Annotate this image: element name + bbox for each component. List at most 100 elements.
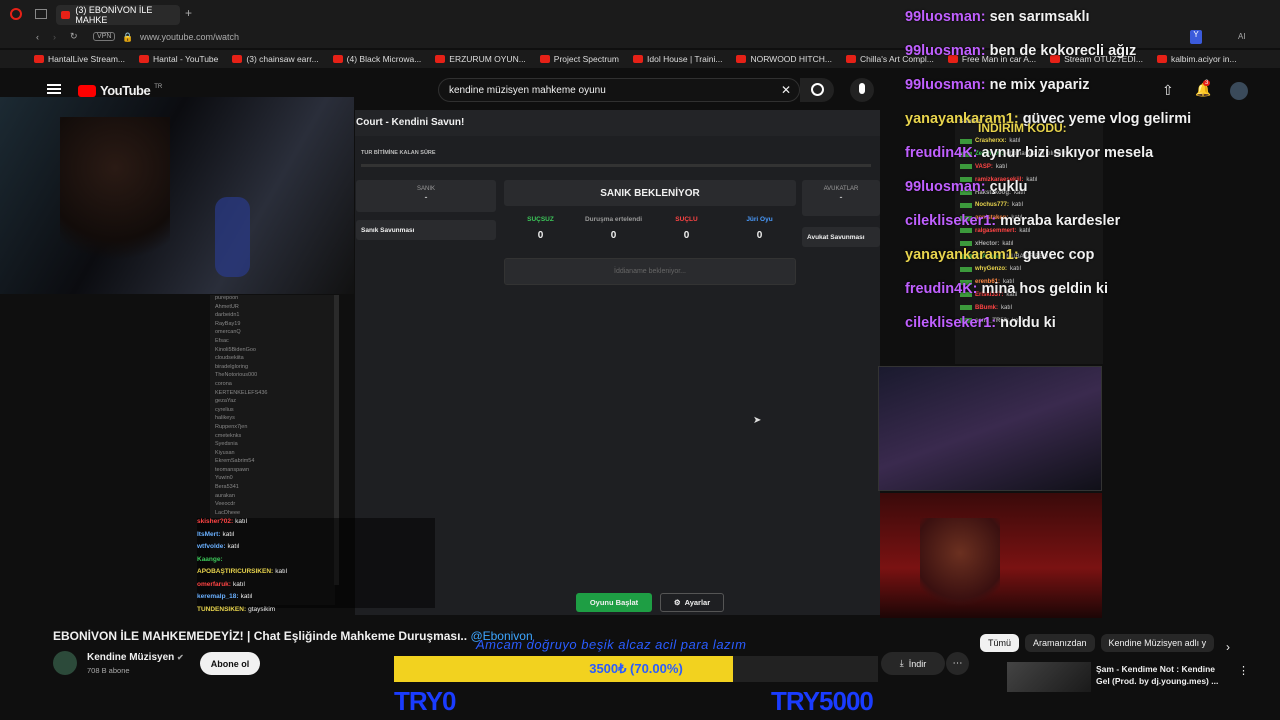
join-log-user: skisher?02: — [197, 518, 234, 525]
vote-label: SUÇSUZ — [527, 216, 554, 223]
opera-logo-icon[interactable] — [10, 8, 22, 20]
chat-username: cilekliseker1: — [905, 315, 1001, 331]
join-log-user: keremalp_18: — [197, 593, 239, 600]
youtube-play-icon — [78, 84, 96, 97]
clear-search-icon[interactable]: ✕ — [781, 83, 791, 97]
subscriber-count: 708 B abone — [87, 666, 130, 675]
tabs-icon[interactable] — [35, 9, 47, 19]
search-input[interactable]: kendine müzisyen mahkeme oyunu ✕ — [438, 78, 800, 102]
filter-chip[interactable]: Aramanızdan — [1025, 634, 1095, 652]
user-list-item: purepoon — [215, 295, 239, 301]
start-game-button[interactable]: Oyunu Başlat — [576, 593, 652, 612]
join-log-text: katıl — [232, 580, 245, 588]
second-streamer-webcam — [880, 493, 1102, 618]
search-button[interactable] — [800, 78, 834, 102]
chips-next-icon[interactable]: › — [1226, 640, 1230, 654]
back-icon[interactable]: ‹ — [36, 32, 39, 42]
video-title-text: EBONİVON İLE MAHKEMEDEYİZ! | Chat Eşliği… — [53, 629, 468, 643]
defense-button[interactable]: Sanık Savunması — [356, 220, 496, 240]
filter-chip[interactable]: Kendine Müzisyen adlı y — [1100, 634, 1215, 652]
user-list-item: halikeys — [215, 415, 235, 422]
tab-active[interactable]: (3) EBONİVON İLE MAHKE — [56, 5, 180, 25]
bookmark-item[interactable]: HantalLive Stream... — [34, 54, 125, 64]
bookmark-label: ERZURUM OYUN... — [449, 54, 526, 64]
overlay-chat-message: 99luosman: ne mix yapariz — [905, 68, 1205, 102]
overlay-chat-message: cilekliseker1: meraba kardesler — [905, 204, 1205, 238]
bookmark-item[interactable]: (3) chainsaw earr... — [232, 54, 319, 64]
overlay-chat-message: 99luosman: çuklu — [905, 170, 1205, 204]
bookmark-item[interactable]: (4) Black Microwa... — [332, 54, 421, 64]
chat-text: noldu ki — [1000, 315, 1056, 331]
vpn-badge[interactable]: VPN — [93, 32, 116, 41]
user-list-item: Kiyusan — [215, 449, 235, 456]
vote-column: Duruşma ertelendi 0 — [577, 210, 650, 254]
join-log-text: katıl — [240, 593, 253, 600]
ai-icon[interactable]: AI — [1238, 32, 1246, 41]
more-actions-icon[interactable]: ⋯ — [946, 652, 969, 675]
bookmark-favicon-icon — [539, 55, 550, 63]
user-list-item: teomanspawn — [215, 466, 250, 473]
bookmark-favicon-icon — [845, 55, 856, 63]
chat-text: mina hos geldin ki — [981, 281, 1109, 297]
join-log-user: omerfaruk: — [197, 580, 231, 588]
filter-chip[interactable]: Tümü — [980, 634, 1020, 652]
user-list-item: cmeteknks — [215, 432, 242, 439]
bookmark-item[interactable]: NORWOOD HITCH... — [736, 54, 832, 64]
chat-username: freudin4K: — [905, 145, 982, 161]
download-button[interactable]: ⤓ İndir — [881, 652, 945, 675]
user-list-item: Efsac — [215, 337, 229, 344]
url-text[interactable]: www.youtube.com/watch — [140, 32, 239, 42]
bookmark-item[interactable]: Idol House | Traini... — [633, 54, 722, 64]
channel-avatar[interactable] — [53, 651, 77, 675]
join-log-row: skisher?02: katıl — [197, 518, 435, 531]
bookmark-label: NORWOOD HITCH... — [750, 54, 832, 64]
lawyer-defense-button[interactable]: Avukat Savunması — [802, 227, 880, 247]
recommended-menu-icon[interactable]: ⋮ — [1238, 664, 1249, 677]
bookmark-item[interactable]: Project Spectrum — [539, 54, 619, 64]
tab-title: (3) EBONİVON İLE MAHKE — [75, 5, 153, 25]
join-log-user: wtfvolde: — [197, 543, 226, 550]
bookmark-item[interactable]: ERZURUM OYUN... — [435, 54, 526, 64]
user-list-item: cyrelius — [215, 406, 234, 413]
user-list-item: TheNotorious000 — [215, 372, 258, 379]
recommended-title[interactable]: Şam - Kendime Not : Kendine Gel (Prod. b… — [1096, 663, 1226, 687]
channel-name[interactable]: Kendine Müzisyen ✔ — [87, 652, 184, 663]
game-title: Court - Kendini Savun! — [356, 117, 465, 128]
user-list-item: cloudsekiita — [215, 355, 244, 362]
join-log-user: ItsMert: — [197, 530, 221, 538]
join-log-row: APOBAŞTIRICURSIKEN: katıl — [197, 568, 435, 581]
forward-icon[interactable]: › — [53, 32, 56, 42]
user-list-item: aurakan — [215, 492, 235, 499]
streamer-webcam — [0, 97, 354, 294]
user-list-item: corona — [215, 380, 232, 387]
recommended-thumbnail[interactable] — [1007, 662, 1091, 692]
bookmark-favicon-icon — [332, 55, 343, 63]
user-list-item: Kinoli5BidenGoo — [215, 346, 256, 353]
youtube-logo[interactable]: YouTube TR — [78, 83, 162, 98]
avatar[interactable] — [1230, 82, 1248, 100]
join-log-text: katıl — [227, 543, 240, 550]
bookmark-favicon-icon — [633, 55, 643, 63]
join-log-text: gtaysikim — [248, 605, 276, 613]
menu-icon[interactable] — [47, 84, 61, 94]
youtube-favicon-icon — [61, 11, 71, 19]
chat-username: 99luosman: — [905, 179, 990, 195]
defendant-card: SANIK - — [356, 180, 496, 212]
user-list-item: Veeocdr — [215, 501, 236, 508]
user-list-item: KERTENKELEFS436 — [215, 389, 268, 396]
bookmark-label: Idol House | Traini... — [647, 54, 723, 64]
timer-label: TUR BİTİMİNE KALAN SÜRE — [361, 150, 436, 156]
chat-username: cilekliseker1: — [905, 213, 1001, 229]
bookmark-label: Hantal - YouTube — [153, 54, 219, 64]
subscribe-button[interactable]: Abone ol — [200, 652, 260, 675]
voice-search-button[interactable] — [850, 78, 874, 102]
lawyers-card: AVUKATLAR - — [802, 180, 880, 216]
join-log-row: wtfvolde: katıl — [197, 543, 435, 556]
reload-icon[interactable]: ↻ — [70, 31, 78, 42]
bookmark-favicon-icon — [232, 55, 243, 63]
new-tab-icon[interactable]: + — [185, 6, 192, 20]
chat-text: ben de kokorecli ağız — [989, 43, 1137, 59]
chat-text: ne mix yapariz — [989, 77, 1090, 93]
settings-button[interactable]: ⚙ Ayarlar — [660, 593, 724, 612]
bookmark-item[interactable]: Hantal - YouTube — [139, 54, 218, 64]
